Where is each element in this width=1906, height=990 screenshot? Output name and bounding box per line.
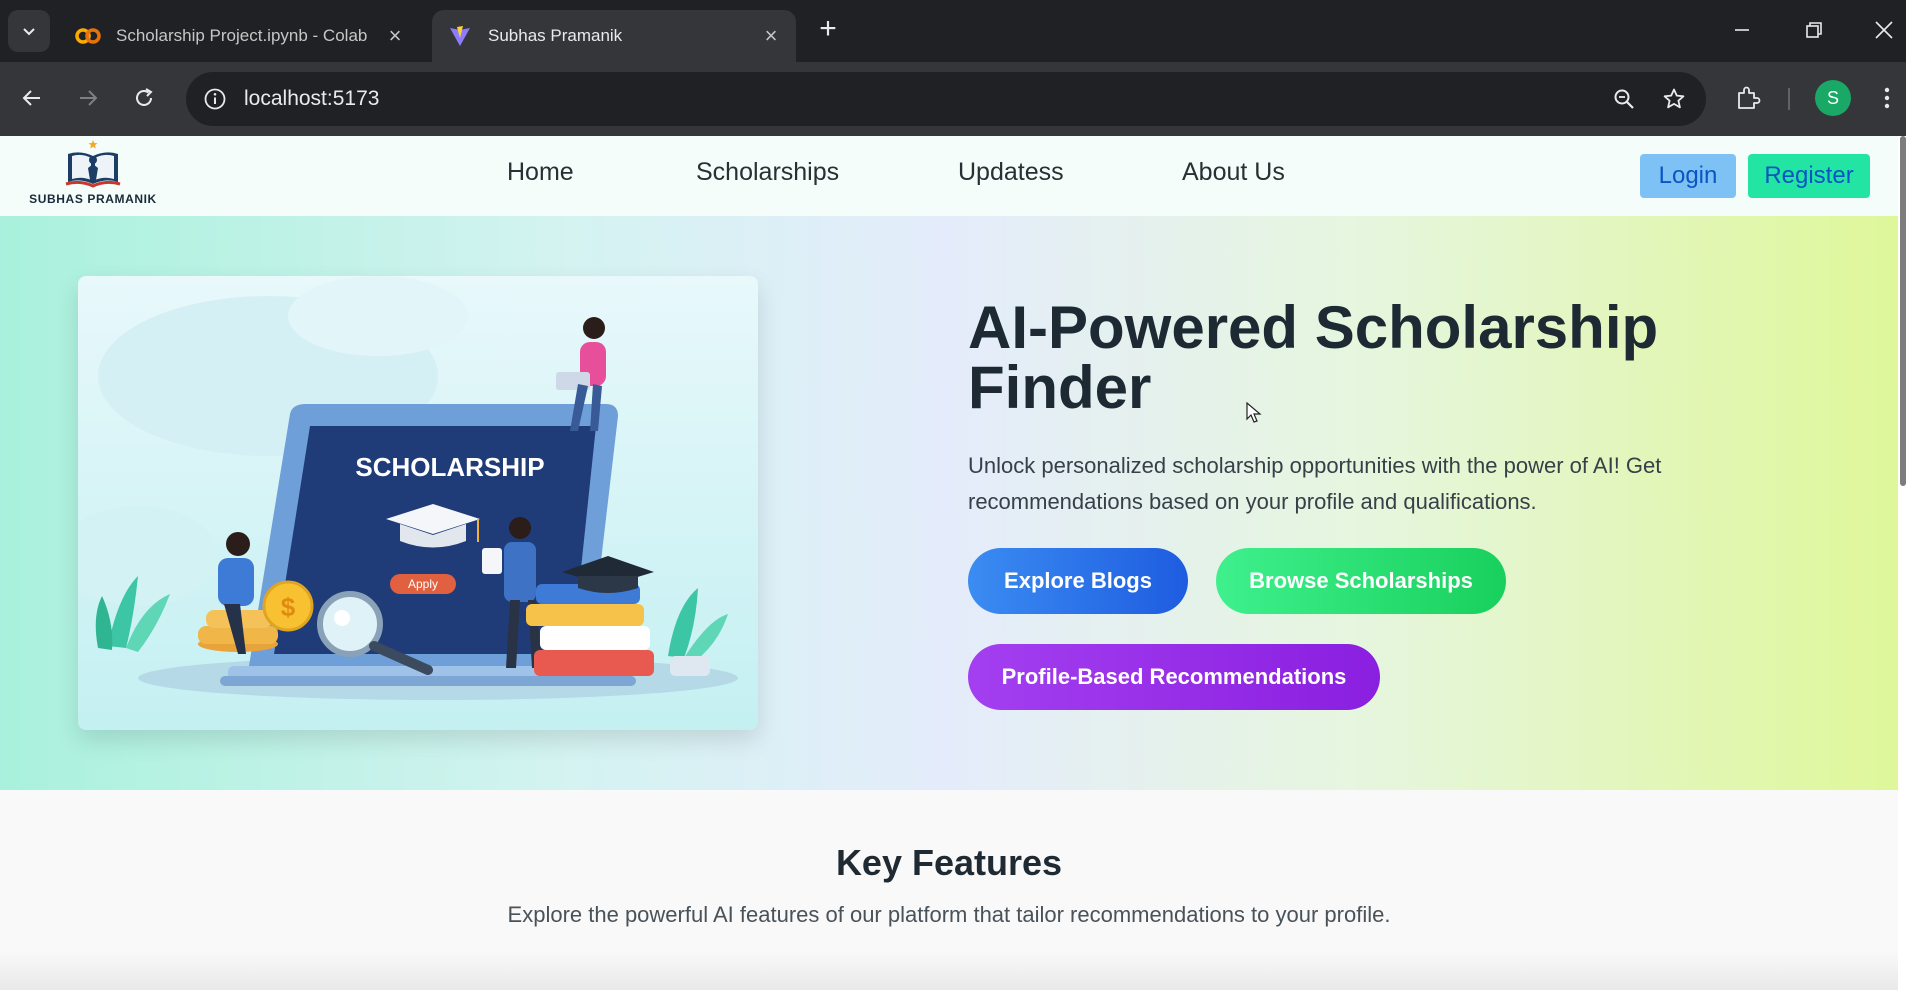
minimize-icon — [1735, 29, 1749, 31]
page-scrollbar[interactable] — [1898, 136, 1906, 990]
tab-search-button[interactable] — [8, 10, 50, 52]
section-fade — [0, 950, 1898, 990]
features-subtitle: Explore the powerful AI features of our … — [507, 902, 1391, 927]
vite-icon — [446, 25, 474, 47]
svg-text:$: $ — [281, 592, 296, 622]
close-icon[interactable]: × — [384, 25, 406, 47]
scrollbar-thumb[interactable] — [1900, 136, 1906, 486]
book-logo-icon — [65, 140, 121, 188]
toolbar-separator — [1788, 88, 1790, 110]
address-bar[interactable]: localhost:5173 — [186, 72, 1706, 126]
browser-tab-bar: Scholarship Project.ipynb - Colab × Subh… — [0, 0, 1906, 62]
arrow-right-icon — [80, 90, 98, 106]
close-window-button[interactable] — [1864, 10, 1904, 50]
hero-illustration: SCHOLARSHIP Apply $ — [78, 276, 758, 730]
features-title: Key Features — [835, 842, 1063, 883]
nav-link-scholarships[interactable]: Scholarships — [696, 158, 839, 187]
profile-recommendations-button[interactable]: Profile-Based Recommendations — [968, 644, 1380, 710]
minimize-button[interactable] — [1722, 10, 1762, 50]
browse-scholarships-button[interactable]: Browse Scholarships — [1216, 548, 1506, 614]
nav-link-home[interactable]: Home — [507, 158, 574, 187]
chevron-down-icon — [23, 28, 35, 36]
reload-icon — [136, 88, 153, 106]
hero-description: Unlock personalized scholarship opportun… — [968, 453, 1662, 514]
close-icon — [1875, 21, 1893, 39]
new-tab-button[interactable]: + — [812, 14, 844, 46]
tab-subhas-pramanik[interactable]: Subhas Pramanik × — [432, 10, 796, 62]
mouse-cursor-icon — [1246, 402, 1262, 423]
hero-section: SCHOLARSHIP Apply $ AI-Powered Scholarsh… — [0, 216, 1898, 790]
close-icon[interactable]: × — [760, 25, 782, 47]
hero-title: AI-Powered Scholarship Finder — [968, 294, 1659, 421]
restore-icon — [1806, 22, 1822, 38]
scholarship-illustration: SCHOLARSHIP Apply $ — [78, 276, 738, 700]
tab-colab[interactable]: Scholarship Project.ipynb - Colab × — [60, 10, 420, 62]
profile-avatar[interactable]: S — [1815, 80, 1851, 116]
browser-toolbar: localhost:5173 S — [0, 62, 1906, 136]
nav-link-updates[interactable]: Updatess — [958, 158, 1064, 187]
login-button[interactable]: Login — [1640, 154, 1736, 198]
site-logo[interactable]: SUBHAS PRAMANIK — [28, 138, 158, 210]
key-features-section: Key Features Explore the powerful AI fea… — [0, 790, 1898, 990]
extensions-icon[interactable] — [1728, 78, 1768, 118]
logo-brand-text: SUBHAS PRAMANIK — [29, 192, 157, 206]
colab-icon — [74, 25, 102, 47]
explore-blogs-button[interactable]: Explore Blogs — [968, 548, 1188, 614]
zoom-icon[interactable] — [1604, 79, 1644, 119]
illustration-apply-label: Apply — [408, 577, 438, 591]
back-button[interactable] — [12, 78, 52, 118]
tab-title: Scholarship Project.ipynb - Colab — [116, 26, 368, 45]
nav-link-about-us[interactable]: About Us — [1182, 158, 1285, 187]
illustration-heading: SCHOLARSHIP — [355, 452, 544, 482]
more-menu-icon[interactable] — [1872, 80, 1902, 116]
site-navbar: SUBHAS PRAMANIK Home Scholarships Update… — [0, 136, 1898, 216]
page-viewport: SUBHAS PRAMANIK Home Scholarships Update… — [0, 136, 1906, 990]
star-icon[interactable] — [1654, 79, 1694, 119]
restore-button[interactable] — [1794, 10, 1834, 50]
arrow-left-icon — [22, 90, 40, 106]
reload-button[interactable] — [124, 78, 164, 118]
register-button[interactable]: Register — [1748, 154, 1870, 198]
url-text: localhost:5173 — [244, 87, 380, 110]
forward-button[interactable] — [68, 78, 108, 118]
tab-title: Subhas Pramanik — [488, 26, 623, 45]
site-info-icon[interactable] — [200, 84, 230, 114]
